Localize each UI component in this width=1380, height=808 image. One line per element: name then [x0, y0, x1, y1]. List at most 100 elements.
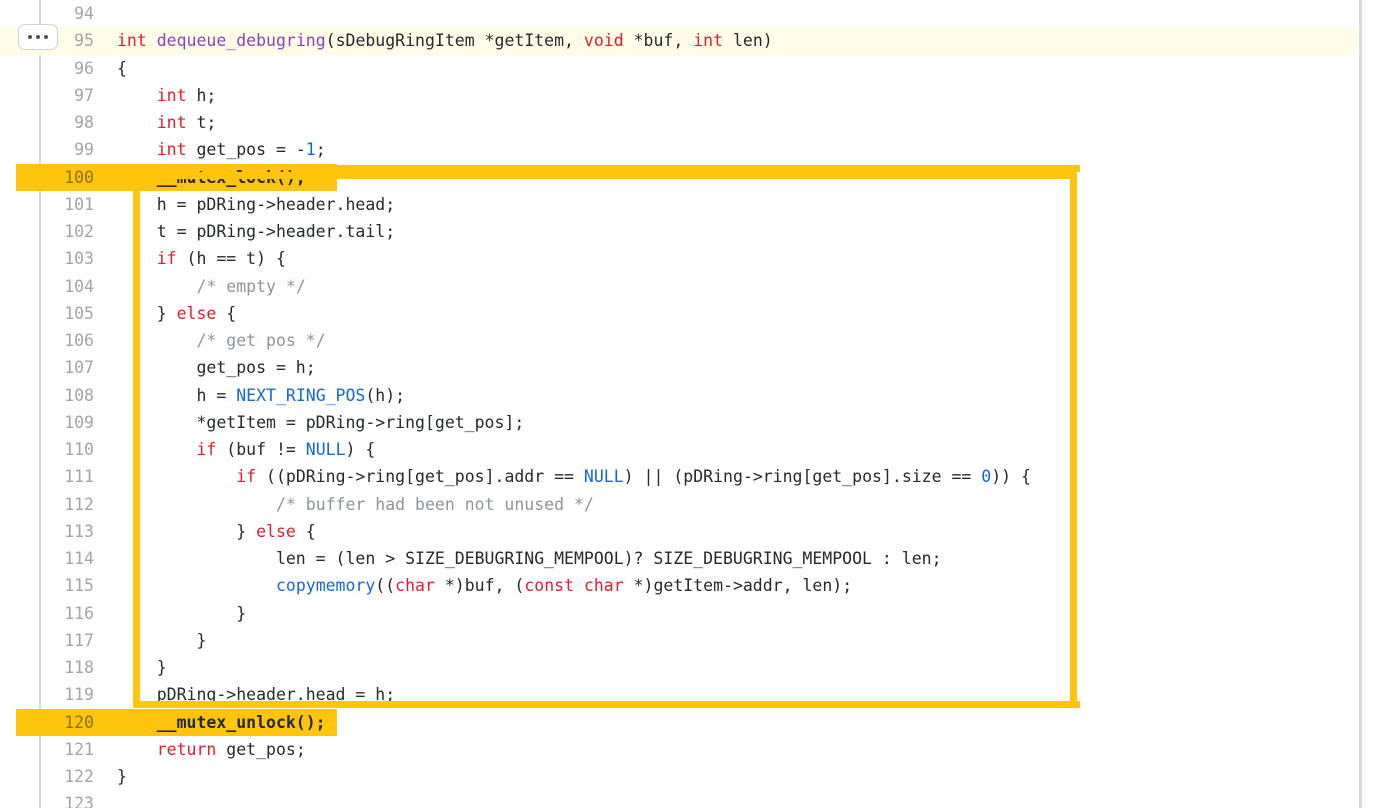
code-token: *buf,	[623, 31, 694, 51]
line-number: 107	[64, 358, 94, 378]
line-number: 118	[64, 658, 94, 677]
code-token: get_pos = h;	[117, 358, 316, 378]
code-line[interactable]: 101 h = pDRing->header.head;	[0, 191, 1380, 218]
code-token: (h);	[365, 385, 406, 405]
code-token: int	[156, 113, 187, 132]
code-token: {	[295, 521, 316, 541]
code-line[interactable]: 118 }	[0, 654, 1380, 681]
code-line-source: h = NEXT_RING_POS(h);	[117, 382, 405, 409]
code-token: ) {	[345, 440, 376, 459]
code-token: copymemory	[275, 576, 376, 596]
code-token: ;	[315, 140, 326, 160]
code-token: *)buf, (	[434, 576, 525, 596]
line-number: 103	[64, 249, 94, 269]
line-number: 105	[64, 303, 94, 323]
code-token: int	[156, 85, 187, 105]
code-token: get_pos = -	[186, 140, 306, 160]
code-line[interactable]: 108 h = NEXT_RING_POS(h);	[0, 382, 1380, 409]
code-token: if	[196, 440, 217, 459]
line-number: 97	[74, 85, 94, 105]
code-line[interactable]: 103 if (h == t) {	[0, 245, 1380, 272]
code-line[interactable]: 123	[0, 790, 1380, 808]
expand-hidden-lines-button[interactable]	[18, 24, 58, 50]
code-line[interactable]: 121 return get_pos;	[0, 736, 1380, 763]
line-number: 100	[64, 167, 94, 187]
code-token: (h == t) {	[176, 249, 286, 269]
code-line-background	[0, 763, 1357, 790]
code-token: h;	[186, 85, 217, 105]
code-line[interactable]: 116 }	[0, 600, 1380, 627]
code-line-source: __mutex_unlock();	[117, 709, 326, 736]
ellipsis-dot-2	[36, 35, 40, 39]
code-line[interactable]: 111 if ((pDRing->ring[get_pos].addr == N…	[0, 463, 1380, 490]
line-number: 106	[64, 331, 94, 350]
code-token: }	[117, 630, 207, 650]
code-line-background	[0, 790, 1357, 808]
line-number: 98	[74, 113, 94, 132]
code-line[interactable]: 115 copymemory((char *)buf, (const char …	[0, 572, 1380, 599]
code-token: ((pDRing->ring[get_pos].addr ==	[256, 467, 584, 487]
code-token: return	[156, 739, 217, 759]
code-token: NULL	[305, 440, 346, 459]
code-line[interactable]: 98 int t;	[0, 109, 1380, 136]
code-token: h =	[117, 385, 237, 405]
code-token: }	[117, 303, 177, 323]
code-token: int	[156, 140, 187, 160]
code-line[interactable]: 113 } else {	[0, 518, 1380, 545]
code-line[interactable]: 114 len = (len > SIZE_DEBUGRING_MEMPOOL)…	[0, 545, 1380, 572]
code-token: )) {	[991, 467, 1031, 487]
ellipsis-dot-3	[44, 35, 48, 39]
code-line-source: __mutex_lock();	[117, 164, 306, 191]
code-line-source: } else {	[117, 518, 316, 545]
code-line-source: /* buffer had been not unused */	[117, 491, 594, 518]
code-line[interactable]: 102 t = pDRing->header.tail;	[0, 218, 1380, 245]
code-line[interactable]: 96 {	[0, 55, 1380, 82]
callout-connector-top	[330, 165, 1080, 172]
code-token: len)	[723, 31, 773, 51]
line-number: 110	[64, 440, 94, 459]
code-token: t;	[186, 113, 217, 132]
code-line[interactable]: 97 int h;	[0, 82, 1380, 109]
code-line-background	[0, 55, 1357, 82]
code-line[interactable]: 109 *getItem = pDRing->ring[get_pos];	[0, 409, 1380, 436]
code-line[interactable]: 95 int dequeue_debugring(sDebugRingItem *…	[0, 27, 1380, 55]
code-line[interactable]: 107 get_pos = h;	[0, 354, 1380, 381]
code-token: dequeue_debugring	[156, 31, 326, 51]
code-token: if	[236, 467, 257, 487]
code-line[interactable]: 120 __mutex_unlock();	[0, 708, 1380, 736]
code-token: NULL	[583, 467, 624, 487]
code-token: __mutex_unlock();	[117, 712, 326, 732]
line-number: 113	[64, 521, 94, 541]
code-line-source: h = pDRing->header.head;	[117, 191, 395, 218]
code-token: }	[117, 767, 127, 786]
code-line[interactable]: 99 int get_pos = -1;	[0, 136, 1380, 163]
code-token: (sDebugRingItem *getItem,	[325, 31, 584, 51]
code-token: (buf !=	[216, 440, 306, 459]
line-number: 123	[64, 794, 94, 808]
vertical-scrollbar-track[interactable]	[1359, 0, 1362, 808]
code-token: *)getItem->addr, len);	[623, 576, 853, 596]
code-token: const char	[524, 576, 624, 596]
code-line[interactable]: 122}	[0, 763, 1380, 790]
code-token: /* get pos */	[196, 331, 326, 350]
code-line[interactable]: 94	[0, 0, 1380, 27]
code-line[interactable]: 110 if (buf != NULL) {	[0, 436, 1380, 463]
line-number: 111	[64, 467, 94, 487]
code-line[interactable]: 104 /* empty */	[0, 273, 1380, 300]
code-line-source: {	[117, 55, 127, 82]
code-line[interactable]: 106 /* get pos */	[0, 327, 1380, 354]
code-line[interactable]: 112 /* buffer had been not unused */	[0, 491, 1380, 518]
code-token: len = (len > SIZE_DEBUGRING_MEMPOOL)? SI…	[117, 549, 942, 568]
code-line-source: if (buf != NULL) {	[117, 436, 375, 463]
line-number: 121	[64, 739, 94, 759]
code-line[interactable]: 105 } else {	[0, 300, 1380, 327]
line-number: 109	[64, 412, 94, 432]
code-line[interactable]: 117 }	[0, 627, 1380, 654]
